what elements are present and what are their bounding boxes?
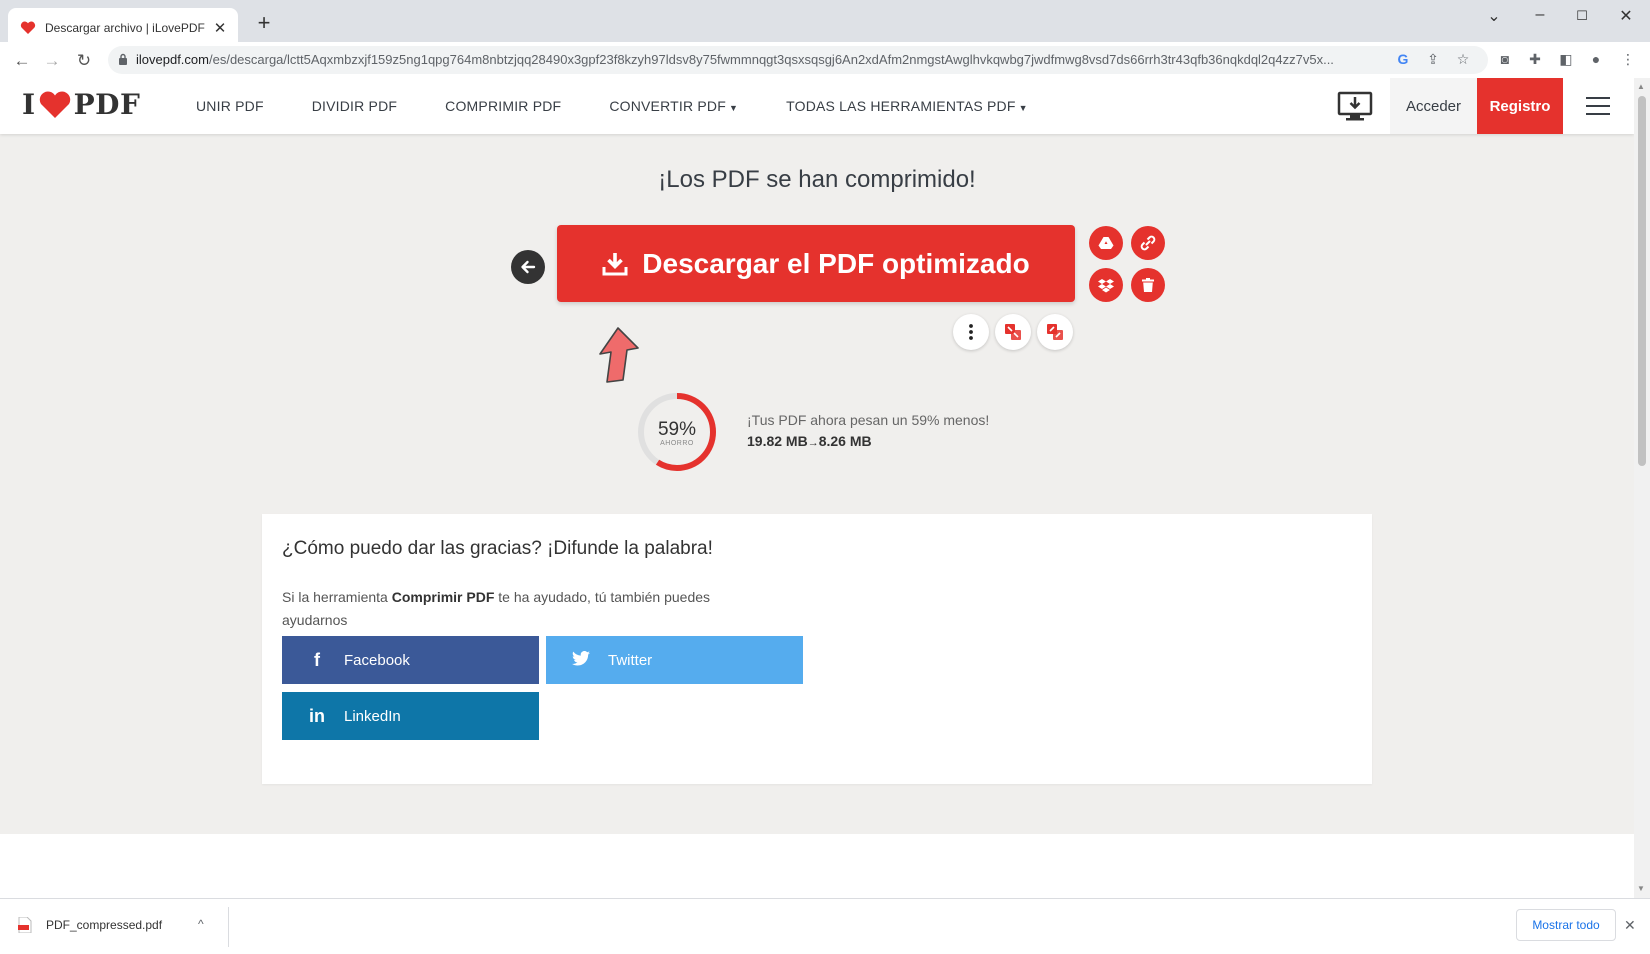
facebook-share-button[interactable]: f Facebook <box>282 636 539 684</box>
size-before: 19.82 MB <box>747 433 808 449</box>
chevron-up-icon[interactable]: ^ <box>198 917 204 931</box>
tab-title: Descargar archivo | iLovePDF <box>45 21 205 35</box>
close-window-icon[interactable]: ✕ <box>1614 6 1638 26</box>
download-divider <box>228 907 229 947</box>
dropbox-icon <box>1098 278 1114 292</box>
menu-comprimir-pdf[interactable]: COMPRIMIR PDF <box>445 98 561 114</box>
heart-icon <box>39 91 70 118</box>
scroll-up-icon[interactable]: ▲ <box>1637 82 1645 91</box>
page-title: ¡Los PDF se han comprimido! <box>658 166 976 193</box>
google-drive-icon <box>1098 237 1114 249</box>
menu-dividir-pdf[interactable]: DIVIDIR PDF <box>312 98 397 114</box>
twitter-label: Twitter <box>608 651 653 669</box>
download-icon <box>602 252 628 275</box>
link-icon <box>1140 235 1156 251</box>
lock-icon <box>119 53 127 65</box>
address-bar[interactable]: ilovepdf.com/es/descarga/lctt5Aqxmbzxjf1… <box>108 46 1488 74</box>
ilovepdf-logo[interactable]: I PDF <box>22 88 140 121</box>
size-after: 8.26 MB <box>818 433 872 449</box>
close-download-bar-icon[interactable]: ✕ <box>1624 917 1636 934</box>
tab-search-chevron-icon[interactable]: ⌄ <box>1482 6 1506 26</box>
browser-toolbar: ← → ↻ ilovepdf.com/es/descarga/lctt5Aqxm… <box>0 42 1650 78</box>
linkedin-icon: in <box>309 705 325 726</box>
trash-icon <box>1142 278 1154 292</box>
scroll-thumb[interactable] <box>1638 96 1646 466</box>
another-tool-button[interactable] <box>1037 314 1073 350</box>
pdf-file-icon <box>18 917 32 933</box>
menu-unir-pdf[interactable]: UNIR PDF <box>196 98 264 114</box>
main-menu: UNIR PDF DIVIDIR PDF COMPRIMIR PDF CONVE… <box>196 78 1076 134</box>
google-drive-button[interactable] <box>1089 226 1123 260</box>
delete-button[interactable] <box>1131 268 1165 302</box>
login-button[interactable]: Acceder <box>1390 78 1477 134</box>
back-arrow-button[interactable] <box>511 250 545 284</box>
maximize-window-icon[interactable]: ☐ <box>1570 8 1594 24</box>
twitter-bird-icon <box>566 650 596 671</box>
logo-text: PDF <box>73 88 141 121</box>
arrow-right-icon: → <box>807 437 819 449</box>
url-text: ilovepdf.com/es/descarga/lctt5Aqxmbzxjf1… <box>136 52 1334 67</box>
reload-icon[interactable]: ↻ <box>74 51 94 71</box>
compress-again-button[interactable] <box>995 314 1031 350</box>
forward-nav-icon[interactable]: → <box>42 51 62 71</box>
facebook-icon: f <box>314 649 320 670</box>
copy-link-button[interactable] <box>1131 226 1165 260</box>
logo-letter: I <box>22 88 36 121</box>
menu-todas-herramientas[interactable]: TODAS LAS HERRAMIENTAS PDF ▼ <box>786 98 1028 114</box>
google-translate-icon[interactable]: G <box>1394 51 1412 67</box>
show-all-downloads-button[interactable]: Mostrar todo <box>1516 909 1616 941</box>
savings-message: ¡Tus PDF ahora pesan un 59% menos! <box>747 412 990 428</box>
menu-todas-label: TODAS LAS HERRAMIENTAS PDF <box>786 98 1016 114</box>
arrow-left-icon <box>521 260 536 274</box>
back-nav-icon[interactable]: ← <box>12 51 32 71</box>
facebook-label: Facebook <box>344 651 410 669</box>
page-footer-area <box>0 834 1634 898</box>
profile-avatar-icon[interactable]: ● <box>1586 51 1606 67</box>
site-header: I PDF UNIR PDF DIVIDIR PDF COMPRIMIR PDF… <box>0 78 1634 134</box>
ilovepdf-favicon-icon <box>20 20 36 36</box>
extensions-icon[interactable]: ✚ <box>1525 51 1545 68</box>
page-content: I PDF UNIR PDF DIVIDIR PDF COMPRIMIR PDF… <box>0 78 1634 898</box>
bookmark-star-icon[interactable]: ☆ <box>1454 51 1472 68</box>
share-text: Si la herramienta Comprimir PDF te ha ay… <box>282 589 711 628</box>
compress-tool-icon <box>1005 324 1021 340</box>
tab-close-icon[interactable]: ✕ <box>212 19 228 37</box>
desktop-download-icon[interactable] <box>1337 90 1373 122</box>
new-tab-button[interactable]: + <box>252 12 276 36</box>
tool-shortcut-icon <box>1047 324 1063 340</box>
share-card: ¿Cómo puedo dar las gracias? ¡Difunde la… <box>262 514 1372 784</box>
download-shelf: PDF_compressed.pdf ^ Mostrar todo ✕ <box>0 898 1650 954</box>
vertical-dots-icon <box>969 324 973 340</box>
browser-titlebar: Descargar archivo | iLovePDF ✕ + ⌄ – ☐ ✕ <box>0 0 1650 48</box>
more-options-button[interactable] <box>953 314 989 350</box>
caret-down-icon: ▼ <box>729 103 739 113</box>
download-optimized-pdf-button[interactable]: Descargar el PDF optimizado <box>557 225 1075 302</box>
downloaded-file-item[interactable]: PDF_compressed.pdf <box>18 917 162 933</box>
hamburger-menu-icon[interactable] <box>1586 97 1610 115</box>
menu-convertir-label: CONVERTIR PDF <box>609 98 726 114</box>
downloaded-file-name: PDF_compressed.pdf <box>46 918 163 932</box>
side-panel-icon[interactable]: ◧ <box>1556 51 1576 68</box>
camera-icon[interactable]: ◙ <box>1495 51 1515 67</box>
file-size-comparison: 19.82 MB→8.26 MB <box>747 433 872 449</box>
dropbox-button[interactable] <box>1089 268 1123 302</box>
share-icon[interactable]: ⇪ <box>1424 51 1442 68</box>
share-title: ¿Cómo puedo dar las gracias? ¡Difunde la… <box>282 538 713 559</box>
twitter-share-button[interactable]: Twitter <box>546 636 803 684</box>
caret-down-icon: ▼ <box>1018 103 1028 113</box>
savings-percent: 59% <box>657 419 697 440</box>
menu-convertir-pdf[interactable]: CONVERTIR PDF ▼ <box>609 98 738 114</box>
linkedin-label: LinkedIn <box>344 707 401 725</box>
scroll-down-icon[interactable]: ▼ <box>1637 884 1645 893</box>
minimize-window-icon[interactable]: – <box>1528 6 1552 24</box>
page-scrollbar[interactable]: ▲ ▼ <box>1634 78 1650 898</box>
savings-label: AHORRO <box>660 440 694 447</box>
annotation-arrow-icon <box>599 327 639 383</box>
download-button-label: Descargar el PDF optimizado <box>642 247 1030 279</box>
linkedin-share-button[interactable]: in LinkedIn <box>282 692 539 740</box>
browser-menu-icon[interactable]: ⋮ <box>1618 51 1638 68</box>
register-button[interactable]: Registro <box>1477 78 1563 134</box>
